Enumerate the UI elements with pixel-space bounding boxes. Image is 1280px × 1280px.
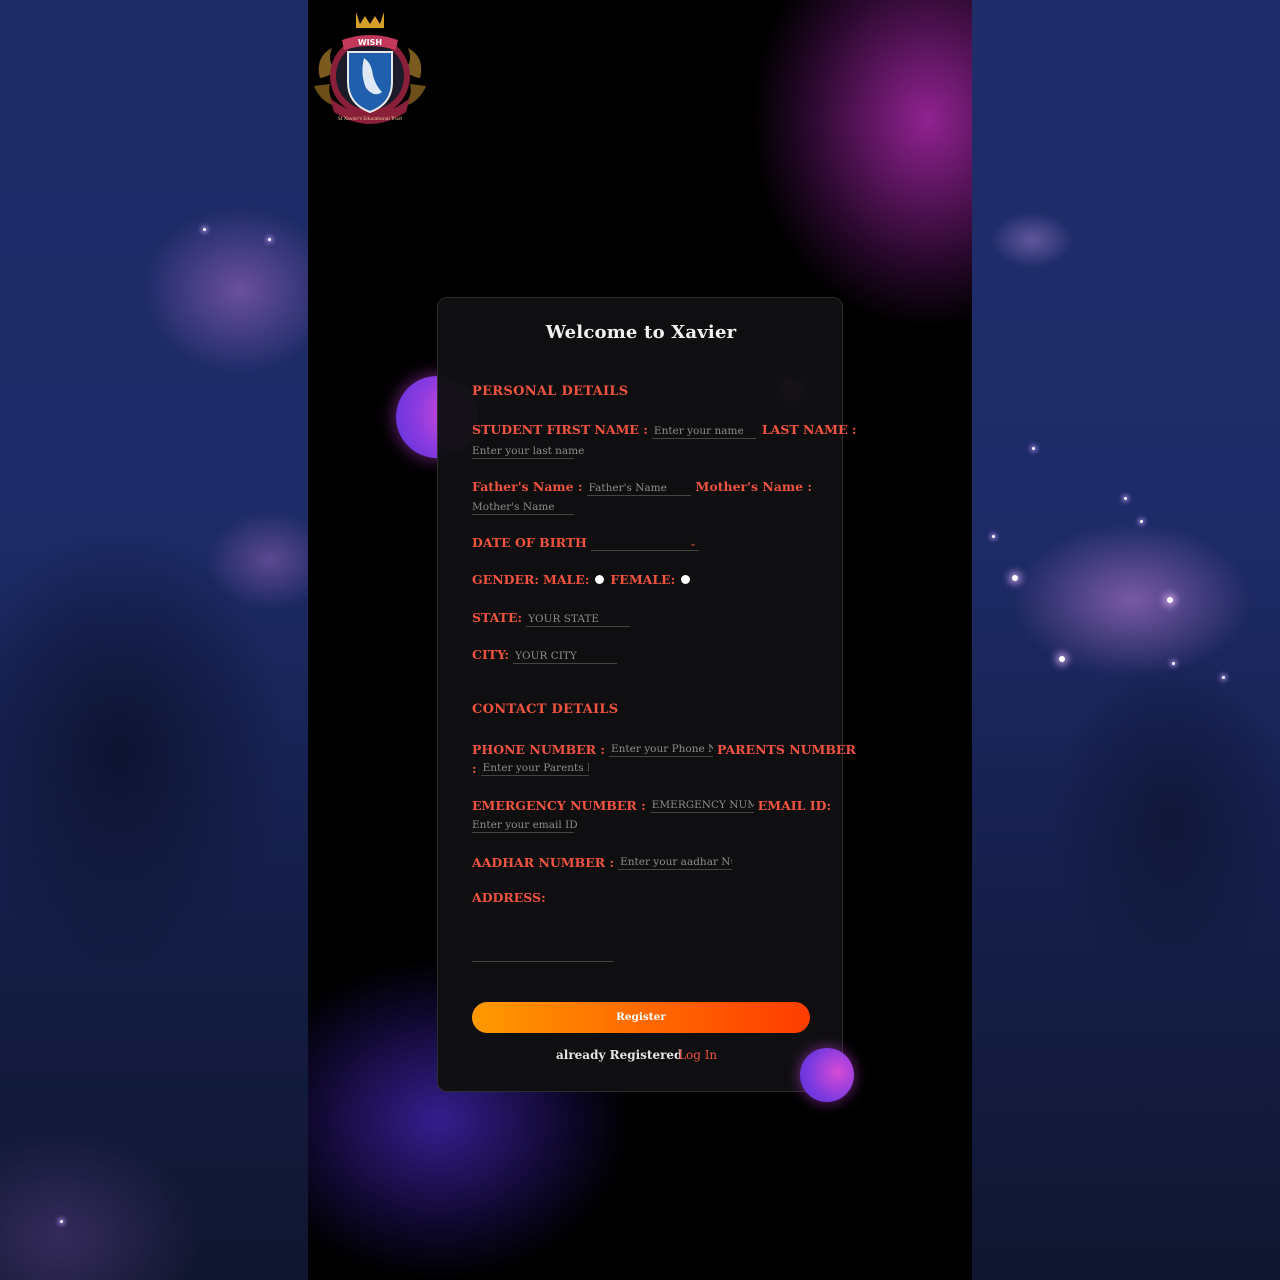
emergency-input[interactable]: EMERGENCY NUME	[649, 796, 754, 813]
star	[992, 535, 995, 538]
mother-name-input[interactable]: Mother's Name	[472, 498, 574, 515]
star	[1222, 676, 1225, 679]
last-name-placeholder: Enter your last name	[472, 445, 585, 457]
father-name-placeholder: Father's Name	[588, 482, 667, 494]
parents-number-input[interactable]: Enter your Parents Nur	[480, 759, 589, 776]
background-right-panel	[972, 0, 1280, 1280]
school-crest-logo[interactable]: WISH St Xavier's Educational Trust	[308, 8, 432, 132]
first-name-label: STUDENT FIRST NAME :	[472, 422, 648, 437]
star	[1172, 662, 1175, 665]
email-placeholder: Enter your email ID	[472, 819, 578, 831]
female-radio[interactable]	[681, 575, 691, 584]
aadhar-input[interactable]: Enter your aadhar Numb	[618, 853, 733, 870]
last-name-input[interactable]: Enter your last name	[472, 442, 584, 459]
star	[1032, 447, 1035, 450]
form-title: Welcome to Xavier	[545, 322, 737, 343]
first-name-row: STUDENT FIRST NAME : Enter your name LAS…	[472, 422, 857, 439]
registration-card: Welcome to Xavier PERSONAL DETAILS STUDE…	[437, 297, 857, 1092]
father-name-row: Father's Name : Father's Name Mother's N…	[472, 479, 812, 496]
gender-label: GENDER:	[472, 572, 539, 587]
first-name-placeholder: Enter your name	[653, 425, 744, 437]
star	[1012, 575, 1018, 581]
first-name-input[interactable]: Enter your name	[651, 422, 756, 439]
male-radio[interactable]	[595, 575, 605, 584]
aadhar-row: AADHAR NUMBER : Enter your aadhar Numb	[472, 853, 733, 870]
logo-subtext: St Xavier's Educational Trust	[338, 116, 402, 122]
star	[268, 238, 271, 241]
address-textarea[interactable]	[472, 912, 614, 962]
emergency-row: EMERGENCY NUMBER : EMERGENCY NUME EMAIL …	[472, 796, 831, 813]
parents-number-label: PARENTS NUMBER	[716, 742, 856, 757]
city-row: CITY: YOUR CITY	[472, 647, 618, 664]
phone-input[interactable]: Enter your Phone Nun	[609, 740, 713, 757]
phone-placeholder: Enter your Phone Nun	[611, 743, 713, 755]
mother-name-label: Mother's Name :	[695, 479, 813, 494]
last-name-label: LAST NAME :	[761, 422, 857, 437]
emergency-placeholder: EMERGENCY NUME	[651, 799, 754, 811]
father-name-input[interactable]: Father's Name	[586, 479, 691, 496]
decorative-orb	[800, 1048, 854, 1102]
address-label: ADDRESS:	[472, 890, 546, 905]
mother-name-row: Mother's Name	[472, 498, 574, 515]
contact-details-heading: CONTACT DETAILS	[472, 702, 619, 717]
gender-row: GENDER: MALE: FEMALE:	[472, 572, 692, 587]
main-stage: WISH St Xavier's Educational Trust Welco…	[308, 0, 972, 1280]
parents-colon: :	[472, 761, 477, 776]
last-name-row: Enter your last name	[472, 442, 584, 459]
phone-row: PHONE NUMBER : Enter your Phone Nun PARE…	[472, 740, 856, 757]
email-label: EMAIL ID:	[757, 798, 832, 813]
star	[1167, 597, 1173, 603]
email-row: Enter your email ID	[472, 816, 578, 833]
state-input[interactable]: YOUR STATE	[526, 610, 631, 627]
register-button[interactable]: Register	[472, 1002, 810, 1033]
male-label: MALE:	[542, 572, 590, 587]
emergency-label: EMERGENCY NUMBER :	[472, 798, 646, 813]
star	[1059, 656, 1065, 662]
city-label: CITY:	[472, 647, 510, 662]
aadhar-label: AADHAR NUMBER :	[472, 855, 615, 870]
father-name-label: Father's Name :	[472, 479, 583, 494]
logo-text: WISH	[358, 38, 382, 47]
phone-label: PHONE NUMBER :	[472, 742, 606, 757]
city-placeholder: YOUR CITY	[515, 650, 577, 662]
star	[1124, 497, 1127, 500]
city-input[interactable]: YOUR CITY	[513, 647, 618, 664]
state-row: STATE: YOUR STATE	[472, 610, 631, 627]
dob-date-input[interactable]: ⌄	[590, 537, 699, 551]
parents-number-row: : Enter your Parents Nur	[472, 759, 589, 776]
chevron-down-icon[interactable]: ⌄	[689, 539, 697, 549]
state-placeholder: YOUR STATE	[528, 613, 600, 625]
email-input[interactable]: Enter your email ID	[472, 816, 578, 833]
aadhar-placeholder: Enter your aadhar Numb	[620, 856, 732, 868]
personal-details-heading: PERSONAL DETAILS	[472, 384, 629, 399]
dob-label: DATE OF BIRTH	[472, 535, 587, 550]
mother-name-placeholder: Mother's Name	[472, 501, 555, 513]
state-label: STATE:	[472, 610, 523, 625]
background-left-panel	[0, 0, 308, 1280]
star	[203, 228, 206, 231]
female-label: FEMALE:	[610, 572, 676, 587]
parents-number-placeholder: Enter your Parents Nur	[482, 762, 589, 774]
star	[1140, 520, 1143, 523]
already-registered-text: already Registered	[556, 1048, 683, 1062]
address-row: ADDRESS:	[472, 890, 546, 905]
dob-row: DATE OF BIRTH ⌄	[472, 535, 699, 551]
login-link[interactable]: Log In	[678, 1048, 717, 1062]
star	[60, 1220, 63, 1223]
